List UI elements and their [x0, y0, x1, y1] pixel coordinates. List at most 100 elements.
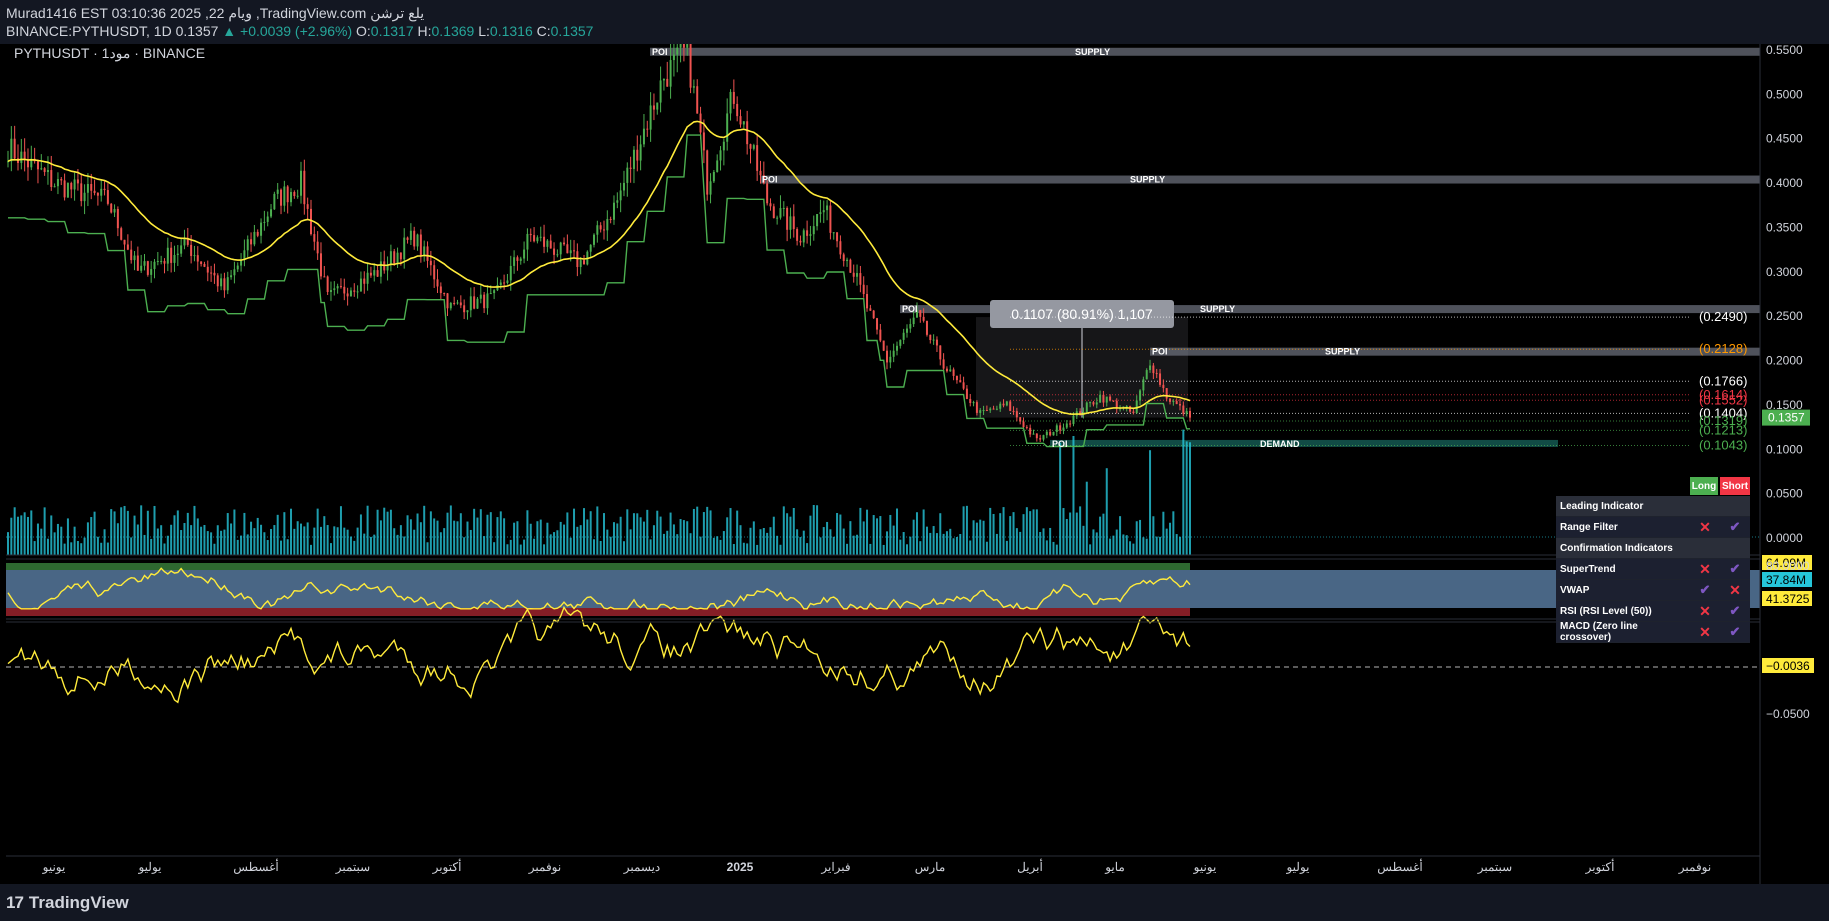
volume-bar — [166, 535, 169, 555]
candle-body — [1055, 425, 1058, 432]
volume-bar — [1002, 507, 1005, 555]
volume-bar — [426, 542, 429, 555]
volume-bar — [399, 525, 402, 555]
candle-body — [349, 290, 352, 297]
y-tick-label: 0.0000 — [1766, 531, 1803, 545]
candle-body — [742, 121, 745, 125]
poi-label: POI — [902, 304, 918, 314]
candle-body — [962, 382, 965, 389]
volume-bar — [899, 539, 902, 555]
volume-bar — [629, 529, 632, 555]
candle-body — [682, 44, 685, 48]
candle-body — [396, 252, 399, 264]
volume-bar — [86, 522, 89, 555]
volume-bar — [1185, 441, 1188, 555]
chart-canvas[interactable]: SUPPLY POI SUPPLY POI SUPPLY POI SUPPLY POI DEMA… — [0, 44, 1829, 884]
volume-bar — [1152, 516, 1155, 555]
volume-bar — [1105, 468, 1108, 555]
volume-bar — [965, 505, 968, 555]
candle-body — [879, 329, 882, 341]
volume-bar — [696, 506, 699, 555]
volume-bar — [935, 533, 938, 555]
volume-bar — [233, 509, 236, 555]
candle-body — [266, 216, 269, 222]
volume-bar — [682, 520, 685, 555]
volume-bar — [869, 543, 872, 555]
indicator-name: MACD (Zero line crossover) — [1556, 621, 1690, 643]
candle-body — [1185, 411, 1188, 414]
tradingview-logo[interactable]: 17 TradingView — [6, 893, 129, 913]
candle-body — [336, 286, 339, 289]
volume-bar — [1019, 531, 1022, 555]
volume-bar — [792, 507, 795, 555]
candle-body — [652, 105, 655, 110]
candle-body — [919, 310, 922, 317]
volume-bar — [133, 515, 136, 555]
indicator-name: RSI (RSI Level (50)) — [1556, 601, 1690, 621]
volume-bar — [659, 516, 662, 555]
volume-bar — [230, 523, 233, 555]
volume-bar — [210, 532, 213, 555]
volume-bar — [469, 529, 472, 555]
candle-body — [1072, 415, 1075, 424]
candle-body — [373, 270, 376, 276]
candle-body — [1045, 431, 1048, 436]
candle-body — [736, 103, 739, 117]
candle-body — [819, 212, 822, 215]
volume-bar — [786, 513, 789, 555]
volume-bar — [13, 507, 16, 555]
volume-bar — [806, 543, 809, 555]
volume-bar — [389, 509, 392, 555]
demand-zone-label: DEMAND — [1260, 439, 1300, 449]
supply-zone-label: SUPPLY — [1130, 175, 1165, 185]
volume-bar — [729, 508, 732, 555]
candle-body — [789, 216, 792, 230]
volume-bar — [443, 528, 446, 555]
candle-body — [882, 340, 885, 351]
candle-body — [23, 151, 26, 160]
level-label: (0.2490) — [1699, 309, 1747, 324]
level-label: (0.1043) — [1699, 437, 1747, 452]
volume-bar — [220, 530, 223, 555]
candle-body — [73, 179, 76, 190]
volume-bar — [1149, 450, 1152, 555]
candle-body — [716, 160, 719, 172]
volume-bar — [736, 510, 739, 555]
volume-bar — [1112, 535, 1115, 555]
volume-bar — [1075, 512, 1078, 555]
candle-body — [1112, 400, 1115, 402]
candle-body — [1105, 396, 1108, 403]
volume-bar — [456, 521, 459, 555]
candle-body — [553, 248, 556, 255]
volume-bar — [496, 517, 499, 555]
volume-bar — [90, 517, 93, 555]
volume-bar — [43, 507, 46, 555]
candle-body — [776, 217, 779, 219]
candle-body — [732, 91, 735, 104]
close-label: C: — [536, 23, 551, 39]
volume-bar — [499, 511, 502, 555]
volume-bar — [1039, 532, 1042, 555]
volume-bar — [206, 531, 209, 555]
volume-bar — [406, 515, 409, 555]
volume-bar — [573, 508, 576, 555]
candle-body — [792, 216, 795, 230]
volume-bar — [1062, 508, 1065, 555]
candle-body — [609, 218, 612, 220]
volume-bar — [290, 508, 293, 555]
volume-bar — [1162, 511, 1165, 555]
candle-body — [96, 192, 99, 196]
candle-body — [596, 225, 599, 235]
volume-bar — [989, 507, 992, 555]
candle-body — [1012, 410, 1015, 412]
volume-bar — [1109, 538, 1112, 555]
candle-body — [246, 239, 249, 251]
volume-bar — [1169, 522, 1172, 555]
candle-body — [616, 200, 619, 203]
candle-body — [160, 260, 163, 262]
candle-body — [922, 316, 925, 321]
candle-body — [766, 183, 769, 204]
volume-bar — [513, 522, 516, 555]
candle-body — [516, 257, 519, 261]
candle-body — [106, 190, 109, 204]
